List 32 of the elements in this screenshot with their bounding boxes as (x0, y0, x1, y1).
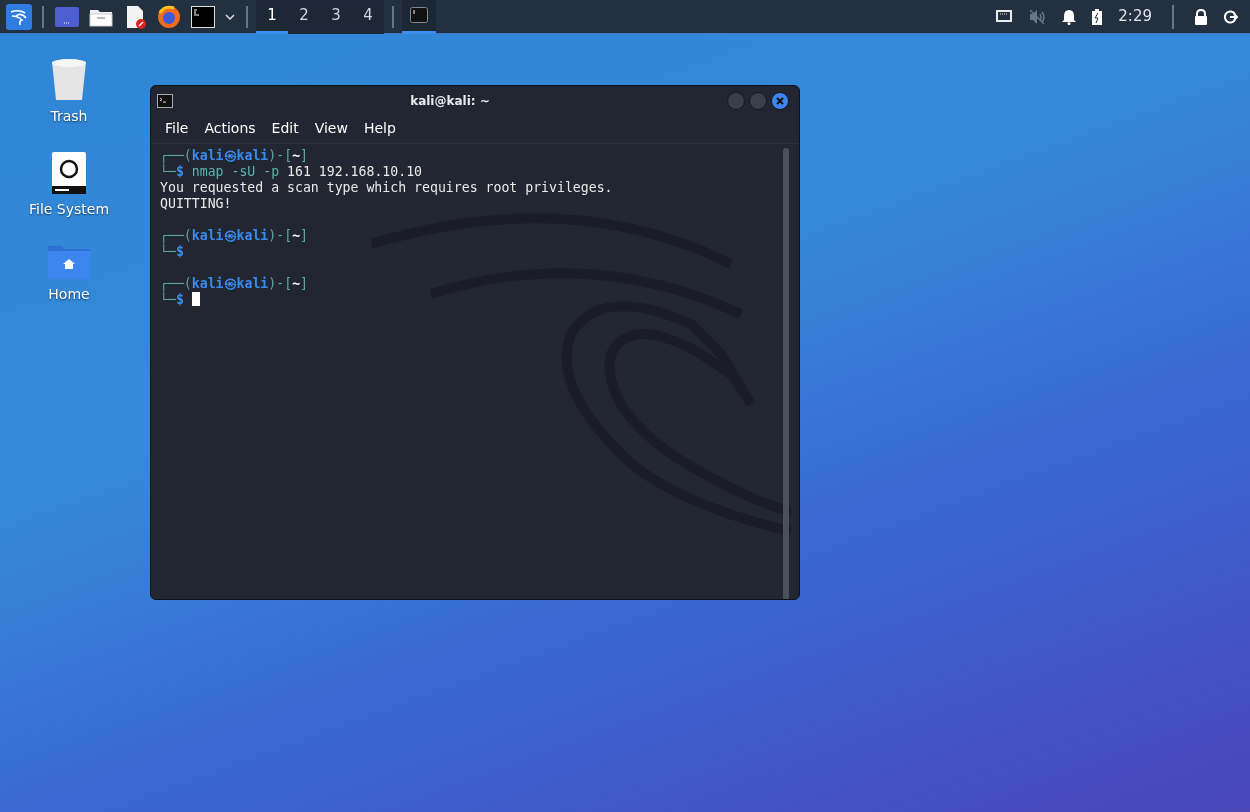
workspace-tab[interactable]: 4 (352, 0, 384, 34)
terminal-area[interactable]: ┌──(kali㉿kali)-[~] └─$ nmap -sU -p 161 192.168.10.10 You requested a scan type which requires root privileges. QUITTING! ┌──(kali㉿kali)-[~] └─$ ┌──(kali㉿kali)-[~] └─$ (151, 143, 799, 599)
workspace-tab[interactable]: 3 (320, 0, 352, 34)
desktop-drive-icon[interactable] (51, 151, 87, 195)
menu-item[interactable]: File (157, 118, 197, 139)
terminal-icon (410, 7, 428, 23)
menu-item[interactable]: Edit (263, 118, 307, 139)
close-icon (775, 96, 785, 106)
terminal-line: └─$ (160, 244, 184, 260)
terminal-line: └─$ nmap -sU -p 161 192.168.10.10 (160, 164, 424, 180)
menu-item[interactable]: Actions (196, 118, 264, 139)
desktop-trash-icon[interactable] (49, 58, 89, 102)
terminal-line: ┌──(kali㉿kali)-[~] (160, 276, 310, 292)
window-title: kali@kali: ~ (410, 94, 490, 108)
clock: 2:29 (1118, 6, 1152, 28)
close-button[interactable] (771, 92, 789, 110)
desktop-icon-label[interactable]: Trash (50, 106, 88, 127)
terminal-line: You requested a scan type which requires root privileges. (160, 180, 614, 196)
terminal-line: ┌──(kali㉿kali)-[~] (160, 228, 310, 244)
terminal-line: QUITTING! (160, 196, 233, 212)
desktop-icon-label[interactable]: File System (28, 199, 110, 220)
desktop-icon-label[interactable]: Home (48, 284, 90, 305)
terminal-icon (157, 94, 173, 108)
terminal-line: ┌──(kali㉿kali)-[~] (160, 148, 310, 164)
menu-item[interactable]: View (306, 118, 356, 139)
menu-item[interactable]: Help (355, 118, 404, 139)
terminal-line: └─$ (160, 292, 790, 308)
desktop-home-folder-icon[interactable] (47, 244, 91, 280)
workspace-tab[interactable]: 1 (256, 0, 288, 34)
scrollbar[interactable] (783, 148, 789, 599)
workspace-tab[interactable]: 2 (288, 0, 320, 34)
task-button[interactable] (402, 0, 436, 34)
